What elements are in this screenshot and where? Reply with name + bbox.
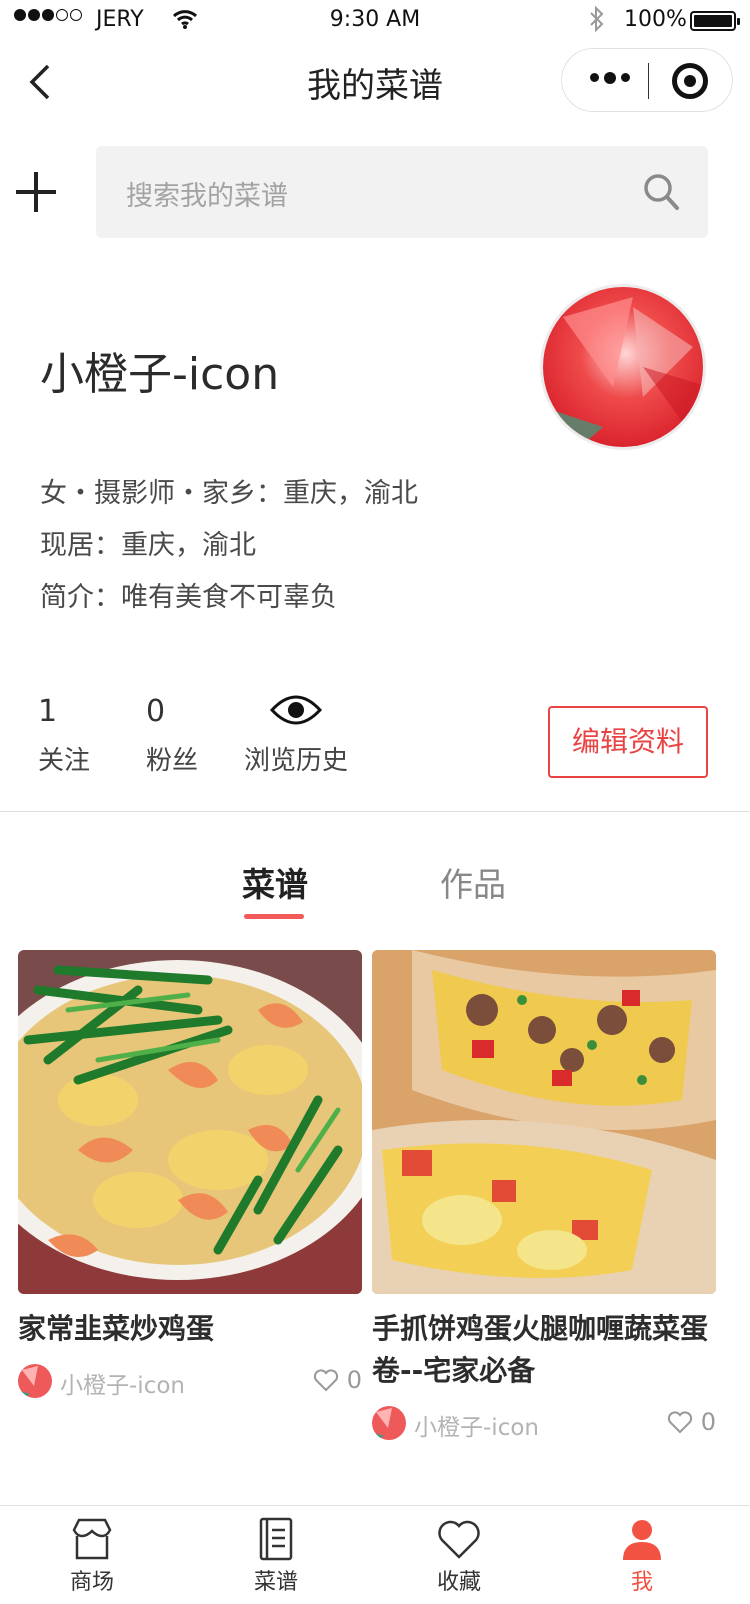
tab-works[interactable]: 作品 [440, 858, 506, 906]
avatar[interactable] [540, 284, 706, 450]
add-recipe-button[interactable] [16, 172, 56, 212]
following-count: 1 [38, 694, 58, 729]
author-name[interactable]: 小橙子-icon [414, 1408, 539, 1442]
tabbar-item-me[interactable]: 我 [582, 1506, 702, 1596]
tabbar-item-favorites[interactable]: 收藏 [399, 1506, 519, 1596]
recipe-card[interactable]: 家常韭菜炒鸡蛋 小橙子-icon 0 [18, 950, 362, 1402]
like-count: 0 [346, 1366, 362, 1394]
tabbar-label-shop: 商场 [69, 1570, 114, 1595]
tab-recipes[interactable]: 菜谱 [242, 858, 308, 906]
capsule-divider [648, 63, 649, 99]
tabbar-label-recipes: 菜谱 [253, 1570, 298, 1595]
profile-bio: 简介：唯有美食不可辜负 [40, 582, 337, 613]
navigation-bar: 我的菜谱 [0, 40, 750, 128]
recipe-image[interactable] [372, 950, 716, 1294]
user-name: 小橙子-icon [40, 349, 280, 400]
recipe-meta: 小橙子-icon 0 [372, 1404, 716, 1444]
browsing-history-stat[interactable]: 浏览历史 [244, 690, 348, 777]
search-placeholder: 搜索我的菜谱 [126, 181, 288, 212]
section-divider [0, 811, 750, 812]
recipe-title[interactable]: 家常韭菜炒鸡蛋 [18, 1308, 362, 1350]
edit-profile-button[interactable]: 编辑资料 [548, 706, 708, 778]
browsing-history-label: 浏览历史 [244, 746, 349, 776]
eye-icon-wrap [244, 690, 348, 734]
active-tab-indicator [244, 914, 304, 919]
battery-percentage: 100% [624, 7, 687, 32]
tabbar-label-favorites: 收藏 [436, 1570, 481, 1595]
fans-label: 粉丝 [146, 746, 199, 776]
profile-gender-job-hometown: 女・摄影师・家乡：重庆，渝北 [40, 478, 418, 509]
heart-icon [438, 1520, 480, 1559]
close-miniprogram-icon[interactable] [672, 63, 708, 99]
status-bar: JERY 9:30 AM 100% [0, 0, 750, 40]
heart-outline-icon [313, 1369, 338, 1392]
recipe-image[interactable] [18, 950, 362, 1294]
tabbar-label-me: 我 [630, 1570, 653, 1595]
following-label: 关注 [38, 746, 91, 776]
shop-icon [72, 1518, 112, 1560]
bluetooth-icon [590, 6, 604, 32]
like-button[interactable]: 0 [313, 1366, 362, 1394]
like-button[interactable]: 0 [667, 1408, 716, 1436]
fans-stat[interactable]: 0 粉丝 [146, 690, 198, 777]
author-name[interactable]: 小橙子-icon [60, 1366, 185, 1400]
heart-outline-icon [667, 1411, 692, 1434]
like-count: 0 [700, 1408, 716, 1436]
author-avatar[interactable] [372, 1406, 406, 1440]
profile-info: 女・摄影师・家乡：重庆，渝北 现居：重庆，渝北 简介：唯有美食不可辜负 [40, 474, 418, 630]
miniprogram-capsule [561, 48, 733, 112]
bottom-tab-bar: 商场 菜谱 收藏 我 [0, 1505, 750, 1604]
tabbar-item-shop[interactable]: 商场 [32, 1506, 152, 1596]
recipe-meta: 小橙子-icon 0 [18, 1362, 362, 1402]
more-icon[interactable] [590, 72, 630, 84]
recipe-title[interactable]: 手抓饼鸡蛋火腿咖喱蔬菜蛋卷--宅家必备 [372, 1308, 716, 1392]
profile-residence: 现居：重庆，渝北 [40, 530, 256, 561]
person-icon [623, 1520, 661, 1560]
eye-icon [269, 695, 323, 725]
following-stat[interactable]: 1 关注 [38, 690, 90, 777]
tabbar-item-recipes[interactable]: 菜谱 [216, 1506, 336, 1596]
battery-icon [690, 11, 740, 31]
search-icon[interactable] [642, 172, 680, 212]
search-input[interactable]: 搜索我的菜谱 [96, 146, 708, 238]
recipe-book-icon [259, 1517, 293, 1561]
recipe-card[interactable]: 手抓饼鸡蛋火腿咖喱蔬菜蛋卷--宅家必备 小橙子-icon 0 [372, 950, 716, 1444]
fans-count: 0 [146, 694, 166, 729]
author-avatar[interactable] [18, 1364, 52, 1398]
